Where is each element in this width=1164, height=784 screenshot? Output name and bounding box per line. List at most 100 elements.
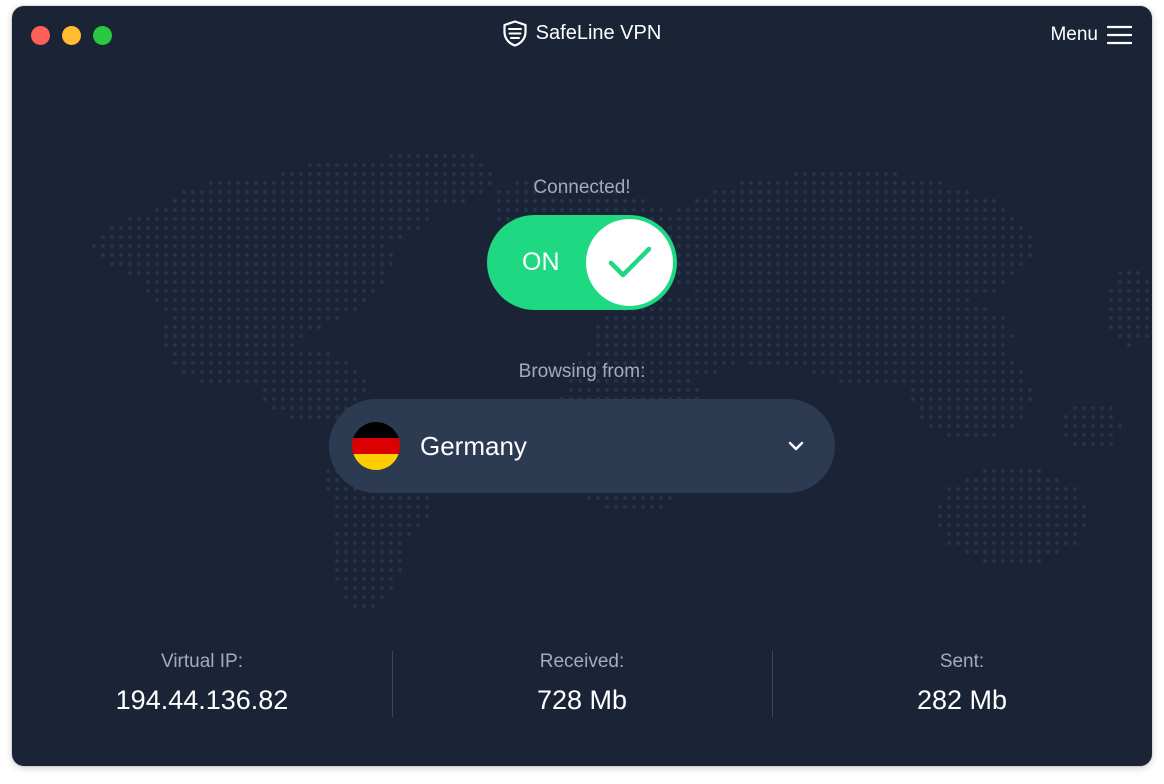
menu-button[interactable]: Menu <box>1050 24 1132 46</box>
map-dot <box>766 234 772 240</box>
map-dot <box>856 234 862 240</box>
map-dot <box>388 549 394 555</box>
map-dot <box>973 432 979 438</box>
map-dot <box>325 279 331 285</box>
map-dot <box>370 225 376 231</box>
map-dot <box>757 297 763 303</box>
vpn-toggle-switch[interactable]: ON <box>487 215 677 310</box>
map-dot <box>1117 423 1123 429</box>
map-dot <box>1000 531 1006 537</box>
map-dot <box>199 252 205 258</box>
map-dot <box>361 270 367 276</box>
map-dot <box>793 216 799 222</box>
map-dot <box>757 252 763 258</box>
map-dot <box>397 234 403 240</box>
map-dot <box>343 207 349 213</box>
map-dot <box>370 162 376 168</box>
map-dot <box>316 351 322 357</box>
map-dot <box>685 333 691 339</box>
map-dot <box>748 252 754 258</box>
map-dot <box>163 243 169 249</box>
map-dot <box>361 288 367 294</box>
map-dot <box>739 270 745 276</box>
map-dot <box>154 234 160 240</box>
map-dot <box>775 315 781 321</box>
map-dot <box>910 225 916 231</box>
map-dot <box>388 162 394 168</box>
map-dot <box>334 288 340 294</box>
map-dot <box>190 252 196 258</box>
map-dot <box>244 234 250 240</box>
map-dot <box>1099 405 1105 411</box>
map-dot <box>388 171 394 177</box>
map-dot <box>613 333 619 339</box>
map-dot <box>919 306 925 312</box>
map-dot <box>244 297 250 303</box>
map-dot <box>334 297 340 303</box>
map-dot <box>838 252 844 258</box>
map-dot <box>874 270 880 276</box>
map-dot <box>712 270 718 276</box>
map-dot <box>892 270 898 276</box>
map-dot <box>253 288 259 294</box>
map-dot <box>289 261 295 267</box>
map-dot <box>1126 306 1132 312</box>
map-dot <box>694 324 700 330</box>
map-dot <box>721 216 727 222</box>
map-dot <box>181 243 187 249</box>
map-dot <box>604 333 610 339</box>
map-dot <box>199 243 205 249</box>
map-dot <box>721 342 727 348</box>
map-dot <box>397 531 403 537</box>
map-dot <box>1009 396 1015 402</box>
map-dot <box>1027 504 1033 510</box>
map-dot <box>847 225 853 231</box>
map-dot <box>280 351 286 357</box>
map-dot <box>226 288 232 294</box>
map-dot <box>280 405 286 411</box>
map-dot <box>343 567 349 573</box>
stats-divider <box>392 651 393 717</box>
map-dot <box>901 225 907 231</box>
map-dot <box>352 603 358 609</box>
map-dot <box>640 207 646 213</box>
map-dot <box>1063 495 1069 501</box>
map-dot <box>1000 504 1006 510</box>
flag-stripe <box>352 438 400 454</box>
map-dot <box>271 324 277 330</box>
map-dot <box>109 234 115 240</box>
map-dot <box>712 225 718 231</box>
map-dot <box>649 387 655 393</box>
map-dot <box>946 279 952 285</box>
map-dot <box>946 243 952 249</box>
map-dot <box>775 243 781 249</box>
map-dot <box>703 288 709 294</box>
map-dot <box>802 288 808 294</box>
map-dot <box>1018 540 1024 546</box>
map-dot <box>181 198 187 204</box>
map-dot <box>901 261 907 267</box>
map-dot <box>154 207 160 213</box>
map-dot <box>838 306 844 312</box>
country-selector[interactable]: Germany <box>329 399 835 493</box>
map-dot <box>919 270 925 276</box>
map-dot <box>793 198 799 204</box>
map-dot <box>361 522 367 528</box>
map-dot <box>424 198 430 204</box>
map-dot <box>775 324 781 330</box>
map-dot <box>919 198 925 204</box>
map-dot <box>244 198 250 204</box>
map-dot <box>172 243 178 249</box>
map-dot <box>964 540 970 546</box>
map-dot <box>847 252 853 258</box>
map-dot <box>397 540 403 546</box>
map-dot <box>964 207 970 213</box>
map-dot <box>802 315 808 321</box>
map-dot <box>883 225 889 231</box>
map-dot <box>163 270 169 276</box>
map-dot <box>172 207 178 213</box>
map-dot <box>370 594 376 600</box>
map-dot <box>631 342 637 348</box>
map-dot <box>685 252 691 258</box>
map-dot <box>199 342 205 348</box>
